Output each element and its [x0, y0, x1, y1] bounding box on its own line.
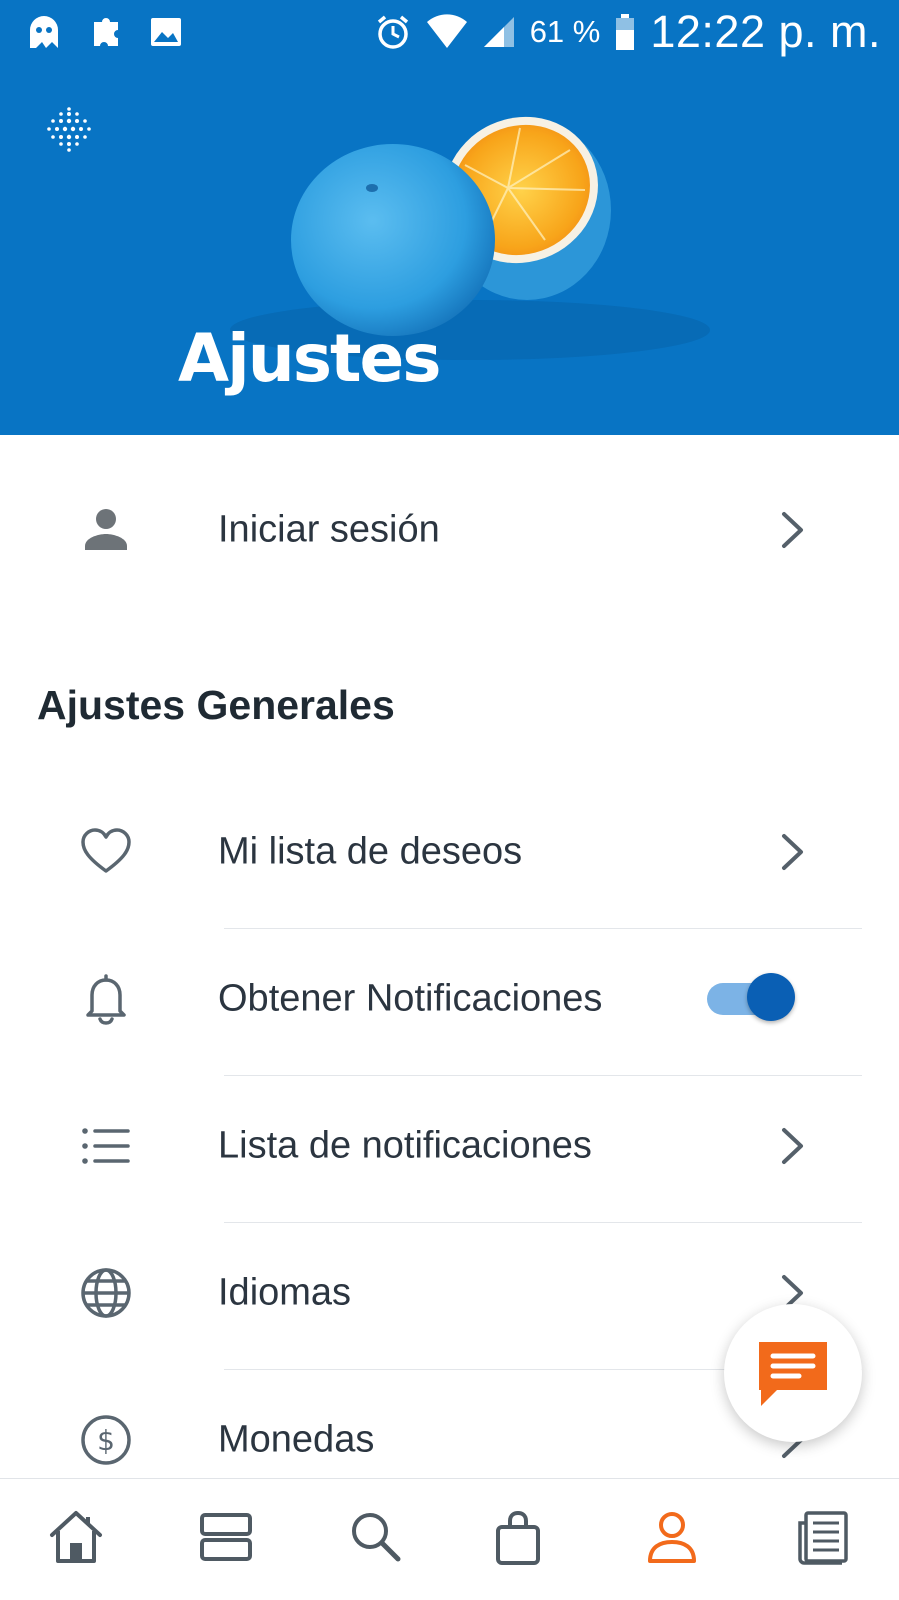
heart-icon [81, 828, 131, 873]
bottom-navigation [0, 1478, 899, 1600]
list-icon [82, 1128, 130, 1164]
battery-icon [616, 14, 635, 50]
settings-item-notification-list[interactable]: Lista de notificaciones [0, 1076, 899, 1216]
puzzle-icon [94, 18, 118, 46]
news-icon[interactable] [792, 1505, 856, 1569]
notifications-toggle[interactable] [707, 971, 799, 1027]
login-label: Iniciar sesión [218, 508, 440, 551]
ghost-icon [30, 16, 58, 48]
section-title: Ajustes Generales [37, 682, 395, 728]
chat-icon [759, 1342, 827, 1406]
svg-text:$: $ [97, 1424, 115, 1457]
bell-icon [86, 974, 126, 1025]
currencies-label: Monedas [218, 1418, 375, 1461]
login-row[interactable]: Iniciar sesión [0, 460, 899, 600]
toggle-thumb [747, 973, 795, 1021]
settings-item-wishlist[interactable]: Mi lista de deseos [0, 782, 899, 922]
bag-icon[interactable] [486, 1505, 550, 1569]
globe-icon [81, 1268, 131, 1318]
chevron-right-icon [782, 834, 803, 870]
home-icon[interactable] [44, 1505, 108, 1569]
notifications-label: Obtener Notificaciones [218, 977, 603, 1020]
dollar-icon: $ [81, 1415, 131, 1465]
image-icon [151, 18, 181, 46]
chevron-right-icon [782, 1128, 803, 1164]
signal-icon [483, 17, 514, 47]
wifi-icon [426, 14, 467, 48]
user-icon [85, 509, 127, 550]
clock: 12:22 p. m. [650, 6, 881, 57]
profile-icon[interactable] [640, 1505, 704, 1569]
categories-icon[interactable] [194, 1505, 258, 1569]
chevron-right-icon [782, 512, 803, 548]
languages-label: Idiomas [218, 1271, 352, 1314]
settings-header: 61 % 12:22 p. m. Ajustes [0, 0, 899, 435]
status-bar: 61 % 12:22 p. m. [0, 0, 899, 66]
page-title: Ajustes [178, 320, 442, 397]
wishlist-label: Mi lista de deseos [218, 830, 523, 873]
app-logo-icon [47, 107, 91, 152]
search-icon[interactable] [344, 1505, 408, 1569]
notification-list-label: Lista de notificaciones [218, 1124, 592, 1167]
alarm-icon [377, 15, 408, 49]
chat-button[interactable] [724, 1304, 862, 1442]
settings-item-notifications[interactable]: Obtener Notificaciones [0, 929, 899, 1069]
battery-percent: 61 % [529, 14, 601, 49]
